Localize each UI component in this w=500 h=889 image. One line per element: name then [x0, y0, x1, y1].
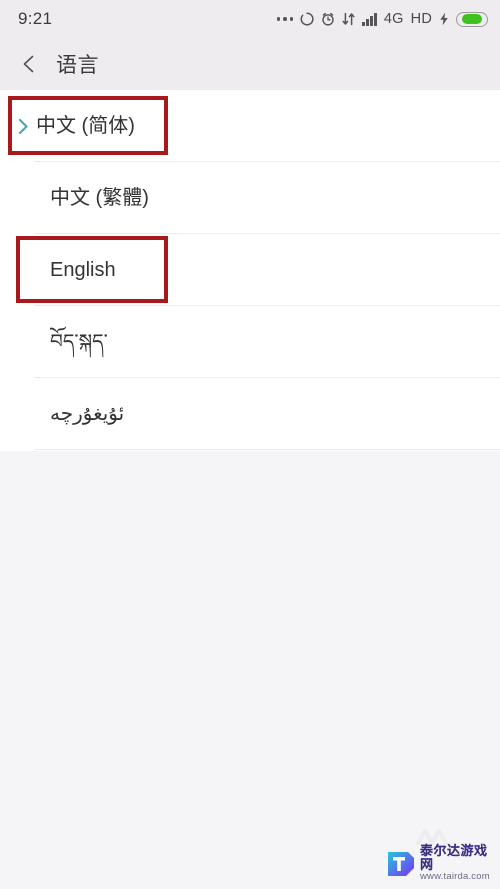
phone-screen: 9:21 4G HD 语言 中文 (简体) 中文 (繁體) English བོ… — [0, 0, 500, 889]
more-dots-icon — [276, 17, 294, 21]
list-item-label: 中文 (简体) — [36, 115, 135, 137]
page-title: 语言 — [56, 54, 99, 77]
watermark-logo-icon — [386, 848, 416, 878]
selected-chevron-icon — [18, 118, 34, 135]
charging-bolt-icon — [439, 12, 449, 26]
data-transfer-icon — [342, 12, 355, 26]
status-bar-clock: 9:21 — [18, 9, 53, 28]
list-item-uyghur[interactable]: ئۇيغۇرچە — [0, 378, 500, 450]
battery-icon — [456, 11, 488, 27]
battery-fill — [462, 14, 482, 24]
alarm-clock-icon — [321, 12, 335, 26]
language-list: 中文 (简体) 中文 (繁體) English བོད་སྐད་ ئۇيغۇرچ… — [0, 90, 500, 451]
list-item-label: བོད་སྐད་ — [50, 331, 108, 353]
sync-circle-icon — [300, 12, 314, 26]
list-item-tibetan[interactable]: བོད་སྐད་ — [0, 306, 500, 378]
network-type-label: 4G — [383, 11, 404, 27]
list-item-label: ئۇيغۇرچە — [50, 403, 125, 425]
watermark-url: www.tairda.com — [420, 870, 490, 882]
status-bar-icon-group: 4G HD — [276, 11, 488, 27]
list-item-english[interactable]: English — [0, 234, 500, 306]
list-item-label: English — [50, 259, 116, 281]
watermark-text-group: 泰尔达游戏网 www.tairda.com — [420, 844, 500, 881]
site-watermark: 泰尔达游戏网 www.tairda.com — [382, 837, 500, 889]
list-separator — [34, 449, 500, 450]
watermark-site-name: 泰尔达游戏网 — [420, 844, 500, 871]
app-bar: 语言 — [0, 38, 500, 90]
back-arrow-icon[interactable] — [18, 53, 40, 75]
list-item-simplified-chinese[interactable]: 中文 (简体) — [0, 90, 500, 162]
list-item-traditional-chinese[interactable]: 中文 (繁體) — [0, 162, 500, 234]
signal-bars-icon — [362, 12, 377, 26]
status-bar: 9:21 4G HD — [0, 0, 500, 38]
hd-voice-label: HD — [410, 11, 432, 27]
list-item-label: 中文 (繁體) — [50, 187, 149, 209]
